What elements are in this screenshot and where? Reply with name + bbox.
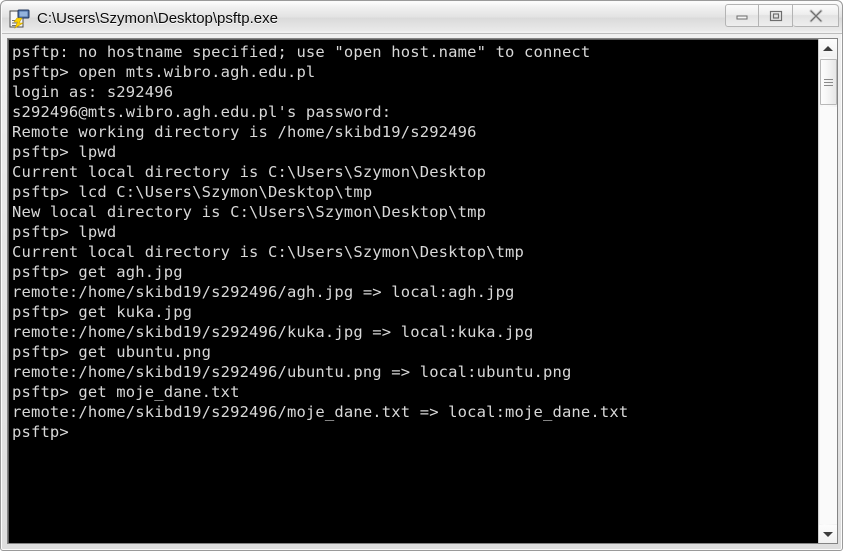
triangle-up-icon <box>823 45 833 51</box>
terminal-console[interactable]: psftp: no hostname specified; use "open … <box>7 38 838 544</box>
terminal-line: Current local directory is C:\Users\Szym… <box>12 163 487 181</box>
triangle-down-icon <box>823 531 833 537</box>
terminal-line: remote:/home/skibd19/s292496/agh.jpg => … <box>12 283 515 301</box>
scroll-thumb[interactable] <box>820 59 837 105</box>
terminal-line: Current local directory is C:\Users\Szym… <box>12 243 525 261</box>
close-button[interactable] <box>793 4 839 27</box>
minimize-button[interactable] <box>725 4 759 27</box>
terminal-scrollbar[interactable] <box>818 39 837 543</box>
terminal-line: remote:/home/skibd19/s292496/moje_dane.t… <box>12 403 629 421</box>
terminal-line: psftp> lcd C:\Users\Szymon\Desktop\tmp <box>12 183 373 201</box>
terminal-line: New local directory is C:\Users\Szymon\D… <box>12 203 487 221</box>
terminal-line: Remote working directory is /home/skibd1… <box>12 123 477 141</box>
maximize-button[interactable] <box>759 4 793 27</box>
terminal-line: psftp> get kuka.jpg <box>12 303 193 321</box>
window-titlebar[interactable]: C:\Users\Szymon\Desktop\psftp.exe <box>2 2 842 34</box>
psftp-app-icon <box>9 9 31 29</box>
psftp-window: C:\Users\Szymon\Desktop\psftp.exe psftp:… <box>0 0 843 551</box>
window-controls <box>725 4 839 28</box>
terminal-line: psftp> <box>12 423 69 441</box>
terminal-line: psftp> get moje_dane.txt <box>12 383 240 401</box>
terminal-line: psftp: no hostname specified; use "open … <box>12 43 591 61</box>
window-title: C:\Users\Szymon\Desktop\psftp.exe <box>37 10 278 27</box>
terminal-line: psftp> lpwd <box>12 143 117 161</box>
grip-lines-icon <box>824 77 833 88</box>
scroll-down-arrow[interactable] <box>819 525 837 543</box>
scroll-up-arrow[interactable] <box>819 39 837 57</box>
terminal-line: remote:/home/skibd19/s292496/ubuntu.png … <box>12 363 572 381</box>
minimize-icon <box>736 15 748 19</box>
terminal-line: psftp> open mts.wibro.agh.edu.pl <box>12 63 316 81</box>
terminal-line: remote:/home/skibd19/s292496/kuka.jpg =>… <box>12 323 534 341</box>
scrollbar-track[interactable] <box>820 107 837 524</box>
terminal-line: psftp> get ubuntu.png <box>12 343 212 361</box>
terminal-line: psftp> get agh.jpg <box>12 263 183 281</box>
terminal-line: s292496@mts.wibro.agh.edu.pl's password: <box>12 103 392 121</box>
terminal-output: psftp: no hostname specified; use "open … <box>12 42 812 442</box>
terminal-line: login as: s292496 <box>12 83 174 101</box>
terminal-line: psftp> lpwd <box>12 223 117 241</box>
maximize-icon <box>769 10 782 21</box>
close-icon <box>808 8 823 23</box>
